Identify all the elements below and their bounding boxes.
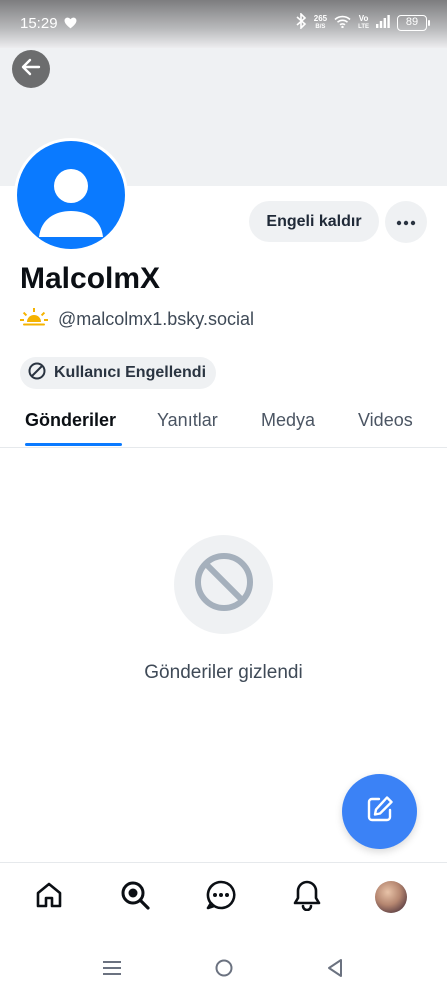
battery-indicator: 89	[397, 15, 430, 31]
back-system-button[interactable]	[323, 958, 347, 983]
display-name: MalcolmX	[20, 262, 161, 295]
bluetooth-icon	[295, 12, 307, 33]
blocked-badge: Kullanıcı Engellendi	[20, 357, 217, 389]
volte-bottom: LTE	[358, 24, 369, 30]
circle-icon	[214, 958, 234, 983]
compose-icon	[365, 794, 395, 829]
network-speed-unit: B/S	[315, 24, 326, 30]
nav-notifications[interactable]	[289, 879, 325, 915]
network-speed: 265 B/S	[314, 15, 327, 31]
tab-media[interactable]: Medya	[261, 410, 315, 431]
nav-home[interactable]	[31, 879, 67, 915]
tab-replies[interactable]: Yanıtlar	[157, 410, 218, 431]
status-icons: 265 B/S Vo LTE 89	[295, 12, 430, 33]
search-icon	[119, 879, 151, 916]
nav-profile-avatar[interactable]	[375, 881, 407, 913]
more-options-button[interactable]	[385, 201, 427, 243]
block-icon	[28, 362, 46, 385]
ellipsis-icon	[396, 213, 416, 231]
default-avatar-icon	[17, 141, 125, 249]
menu-button[interactable]	[100, 960, 124, 980]
arrow-left-icon	[19, 55, 43, 84]
heart-icon	[64, 16, 77, 33]
profile-avatar[interactable]	[14, 138, 128, 252]
status-bar: 15:29 265 B/S Vo LTE 89	[0, 0, 447, 48]
bell-icon	[292, 879, 322, 916]
unblock-button[interactable]: Engeli kaldır	[249, 201, 379, 242]
system-navigation	[0, 940, 447, 1000]
volte-indicator: Vo LTE	[358, 15, 369, 31]
chat-icon	[205, 879, 237, 916]
blocked-label: Kullanıcı Engellendi	[54, 364, 207, 381]
empty-state-graphic	[174, 535, 273, 634]
handle-row: @malcolmx1.bsky.social	[20, 307, 254, 332]
block-icon	[193, 551, 255, 618]
tab-posts[interactable]: Gönderiler	[25, 410, 116, 431]
home-icon	[34, 880, 64, 915]
back-button[interactable]	[12, 50, 50, 88]
signal-icon	[376, 14, 390, 32]
profile-tabs: Gönderiler Yanıtlar Medya Videos	[0, 398, 447, 448]
nav-search[interactable]	[117, 879, 153, 915]
screen: 15:29 265 B/S Vo LTE 89 Engeli kaldır Ma…	[0, 0, 447, 1000]
home-system-button[interactable]	[212, 958, 236, 983]
tab-videos[interactable]: Videos	[358, 410, 413, 431]
user-handle: @malcolmx1.bsky.social	[58, 309, 254, 329]
active-tab-indicator	[25, 443, 122, 446]
sunrise-icon	[20, 307, 48, 332]
empty-state-message: Gönderiler gizlendi	[144, 662, 303, 683]
status-time: 15:29	[20, 15, 58, 32]
bottom-navigation	[0, 862, 447, 940]
network-speed-value: 265	[313, 14, 328, 23]
menu-icon	[102, 960, 122, 981]
compose-button[interactable]	[342, 774, 417, 849]
wifi-icon	[334, 15, 351, 32]
triangle-back-icon	[326, 958, 344, 983]
nav-chat[interactable]	[203, 879, 239, 915]
volte-top: Vo	[358, 14, 369, 23]
